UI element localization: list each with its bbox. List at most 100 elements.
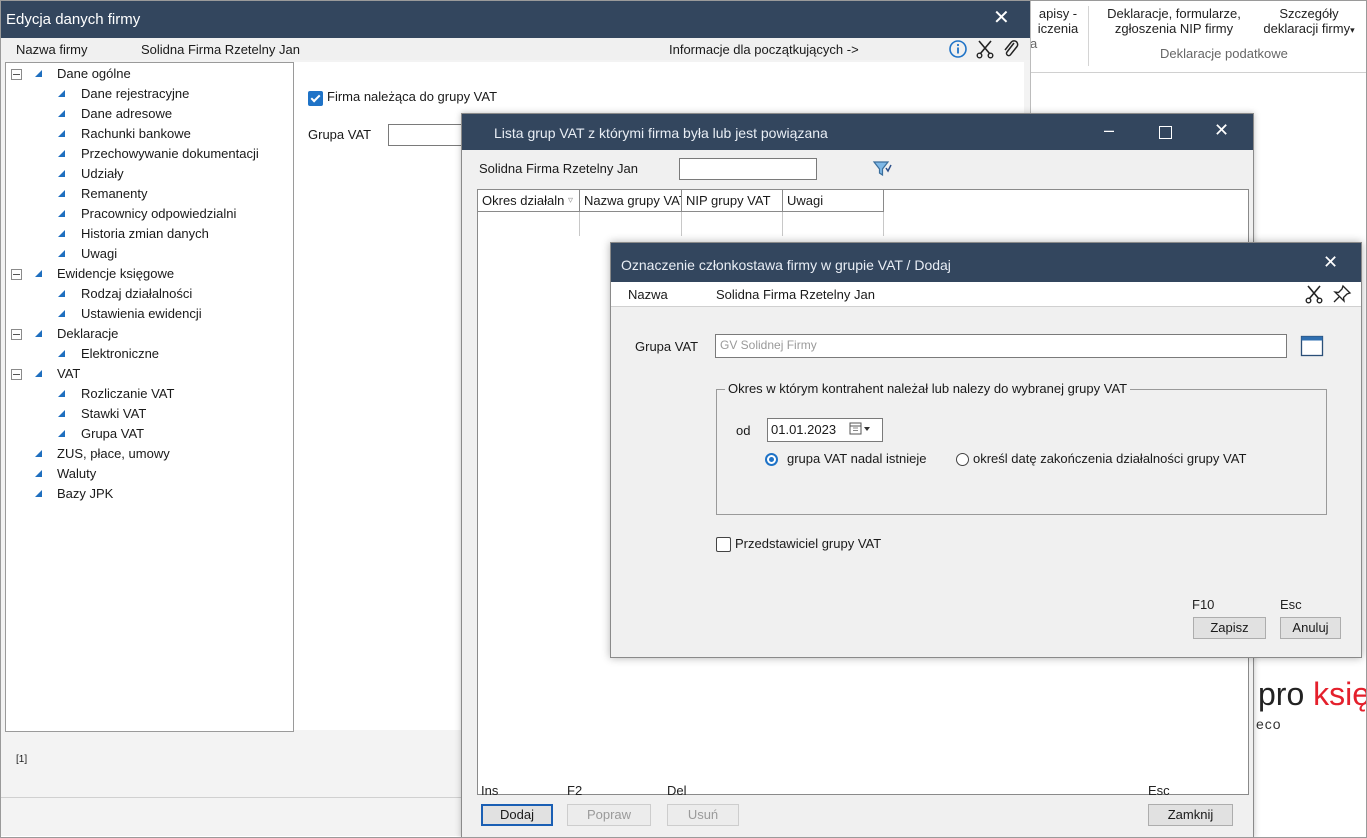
collapse-icon[interactable] — [11, 269, 22, 280]
ribbon-button-details-line1: Szczegóły — [1279, 6, 1339, 21]
specify-end-date-radio[interactable] — [956, 453, 969, 466]
tree-node-icon — [58, 150, 65, 157]
column-header-notes[interactable]: Uwagi — [783, 190, 884, 212]
tree-item-label: Ustawienia ewidencji — [81, 306, 202, 321]
tree-item[interactable]: Waluty — [6, 465, 286, 483]
brand-logo-dark: pro — [1258, 676, 1314, 712]
collapse-icon[interactable] — [11, 329, 22, 340]
scissors-icon[interactable] — [1305, 284, 1323, 307]
tree-item[interactable]: Pracownicy odpowiedzialni — [6, 205, 286, 223]
filter-input[interactable] — [679, 158, 817, 180]
vat-group-exists-label[interactable]: grupa VAT nadal istnieje — [787, 451, 926, 466]
period-groupbox-legend: Okres w którym kontrahent należał lub na… — [725, 381, 1131, 396]
tree-item[interactable]: Rozliczanie VAT — [6, 385, 286, 403]
column-header-notes-text: Uwagi — [787, 193, 824, 208]
grid-column-line — [579, 212, 580, 236]
column-header-period[interactable]: Okres działaln ▿ — [478, 190, 580, 212]
vat-groups-list-titlebar[interactable]: Lista grup VAT z którymi firma była lub … — [462, 114, 1253, 150]
edit-shortcut-key: F2 — [567, 783, 583, 798]
tree-item[interactable]: Rodzaj działalności — [6, 285, 286, 303]
tree-item[interactable]: Ewidencje księgowe — [6, 265, 286, 283]
tree-item-label: Rachunki bankowe — [81, 126, 191, 141]
tree-node-icon — [58, 190, 65, 197]
tree-item[interactable]: Rachunki bankowe — [6, 125, 286, 143]
minimize-icon[interactable]: – — [1104, 120, 1114, 141]
tree-item[interactable]: Uwagi — [6, 245, 286, 263]
tree-item-label: Udziały — [81, 166, 124, 181]
beginners-info-link[interactable]: Informacje dla początkujących -> — [669, 42, 859, 57]
tree-item-label: Waluty — [57, 466, 97, 481]
close-button[interactable]: Zamknij — [1148, 804, 1233, 826]
tree-item[interactable]: Remanenty — [6, 185, 286, 203]
edit-button[interactable]: Popraw — [567, 804, 651, 826]
tree-item-label: Grupa VAT — [81, 426, 145, 441]
tree-item-label: Stawki VAT — [81, 406, 147, 421]
info-icon[interactable] — [948, 39, 968, 62]
maximize-icon[interactable] — [1159, 126, 1172, 139]
column-header-group-name-text: Nazwa grupy VAT — [584, 193, 682, 208]
tree-item[interactable]: Elektroniczne — [6, 345, 286, 363]
tree-node-icon — [58, 110, 65, 117]
pin-icon[interactable] — [1332, 284, 1352, 307]
vat-group-checkbox[interactable] — [308, 91, 323, 106]
add-shortcut-key: Ins — [481, 783, 499, 798]
representative-label[interactable]: Przedstawiciel grupy VAT — [735, 536, 881, 551]
tree-node-icon — [58, 350, 65, 357]
tree-item[interactable]: Bazy JPK — [6, 485, 286, 503]
vat-group-exists-radio[interactable] — [765, 453, 778, 466]
scissors-icon[interactable] — [976, 39, 994, 62]
paperclip-icon[interactable] — [1002, 39, 1020, 62]
tree-item[interactable]: Deklaracje — [6, 325, 286, 343]
tree-node-icon — [35, 490, 42, 497]
name-label: Nazwa — [628, 287, 668, 302]
settings-tree[interactable]: Dane ogólne Dane rejestracyjne Dane adreso… — [5, 62, 294, 732]
vat-membership-titlebar[interactable]: Oznaczenie członkostawa firmy w grupie V… — [611, 243, 1361, 282]
ribbon-button-declarations[interactable]: Deklaracje, formularze, zgłoszenia NIP f… — [1092, 6, 1256, 36]
save-button[interactable]: Zapisz — [1193, 617, 1266, 639]
company-edit-title: Edycja danych firmy — [6, 11, 141, 28]
representative-checkbox[interactable] — [716, 537, 731, 552]
tree-item[interactable]: Dane rejestracyjne — [6, 85, 286, 103]
specify-end-date-label[interactable]: określ datę zakończenia działalności gru… — [973, 451, 1246, 466]
tree-item[interactable]: Stawki VAT — [6, 405, 286, 423]
close-icon[interactable]: ✕ — [1214, 120, 1229, 141]
tree-item-label: VAT — [57, 366, 81, 381]
tree-item[interactable]: Udziały — [6, 165, 286, 183]
vat-group-field[interactable]: GV Solidnej Firmy — [715, 334, 1287, 358]
tree-node-icon — [58, 250, 65, 257]
tree-item[interactable]: Dane adresowe — [6, 105, 286, 123]
ribbon-button-records-line3: a — [1030, 36, 1038, 51]
select-list-icon[interactable] — [1300, 334, 1324, 361]
delete-button[interactable]: Usuń — [667, 804, 739, 826]
ribbon-button-details-line2-text: deklaracji firmy — [1263, 21, 1351, 36]
filter-icon[interactable] — [872, 159, 892, 182]
close-icon[interactable]: ✕ — [1323, 252, 1338, 272]
add-button[interactable]: Dodaj — [481, 804, 553, 826]
ribbon-button-records[interactable]: apisy - iczenia a — [1030, 6, 1086, 51]
close-icon[interactable]: ✕ — [993, 8, 1010, 28]
tree-item[interactable]: Dane ogólne — [6, 65, 286, 83]
tree-item[interactable]: ZUS, płace, umowy — [6, 445, 286, 463]
column-header-group-nip[interactable]: NIP grupy VAT — [682, 190, 783, 212]
company-edit-titlebar[interactable]: Edycja danych firmy ✕ — [0, 0, 1030, 38]
calendar-icon[interactable] — [849, 422, 873, 439]
tree-item[interactable]: Historia zmian danych — [6, 225, 286, 243]
tree-node-icon — [58, 310, 65, 317]
ribbon-separator — [1088, 6, 1089, 66]
ribbon-button-declaration-details[interactable]: Szczegóły deklaracji firmy▾ — [1254, 6, 1364, 38]
column-header-group-name[interactable]: Nazwa grupy VAT — [580, 190, 682, 212]
from-date-field[interactable]: 01.01.2023 — [767, 418, 883, 442]
vat-group-checkbox-label[interactable]: Firma należąca do grupy VAT — [327, 89, 497, 104]
collapse-icon[interactable] — [11, 69, 22, 80]
collapse-icon[interactable] — [11, 369, 22, 380]
save-shortcut-key: F10 — [1192, 597, 1215, 612]
cancel-button[interactable]: Anuluj — [1280, 617, 1341, 639]
tree-item[interactable]: VAT — [6, 365, 286, 383]
brand-logo-sub: eco — [1256, 716, 1282, 732]
vat-group-input[interactable] — [388, 124, 470, 146]
company-name-label: Nazwa firmy — [16, 42, 88, 57]
tree-node-icon — [35, 70, 42, 77]
tree-item[interactable]: Przechowywanie dokumentacji — [6, 145, 286, 163]
tree-item[interactable]: Grupa VAT — [6, 425, 286, 443]
tree-item[interactable]: Ustawienia ewidencji — [6, 305, 286, 323]
